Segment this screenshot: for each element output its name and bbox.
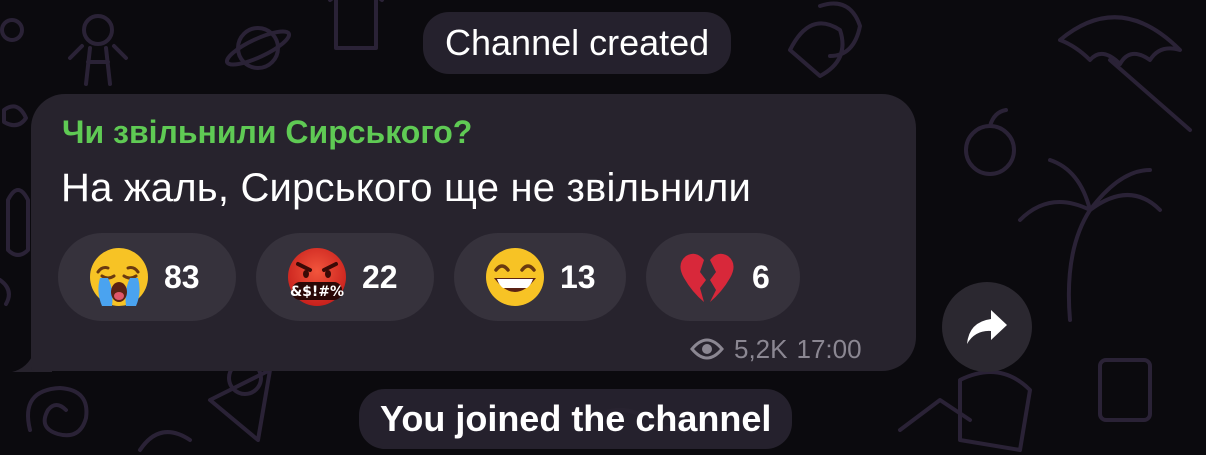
reaction-grinning-face[interactable]: 13 [454, 233, 626, 321]
reaction-count: 13 [560, 258, 596, 295]
eye-icon [690, 338, 724, 360]
svg-text:&$!#%: &$!#% [290, 284, 344, 300]
reaction-symbols-face[interactable]: &$!#% 22 [256, 233, 434, 321]
message-text: На жаль, Сирського ще не звільнили [61, 166, 752, 210]
channel-created-notice: Channel created [423, 12, 732, 74]
reaction-count: 22 [362, 258, 398, 295]
reaction-crying-face[interactable]: 83 [58, 233, 236, 321]
crying-face-icon [90, 248, 148, 306]
sender-name[interactable]: Чи звільнили Сирського? [62, 114, 472, 151]
message-meta: 5,2K 17:00 [690, 333, 862, 365]
reaction-count: 6 [752, 258, 770, 295]
reaction-count: 83 [164, 258, 200, 295]
broken-heart-icon [680, 253, 734, 302]
joined-channel-notice: You joined the channel [359, 389, 793, 449]
grinning-face-icon [486, 248, 544, 306]
message-time: 17:00 [796, 333, 862, 364]
reaction-broken-heart[interactable]: 6 [646, 233, 800, 321]
share-button[interactable] [942, 282, 1032, 372]
share-arrow-icon [967, 310, 1007, 344]
view-count: 5,2K [734, 333, 788, 364]
face-with-symbols-on-mouth-icon: &$!#% [288, 248, 346, 306]
